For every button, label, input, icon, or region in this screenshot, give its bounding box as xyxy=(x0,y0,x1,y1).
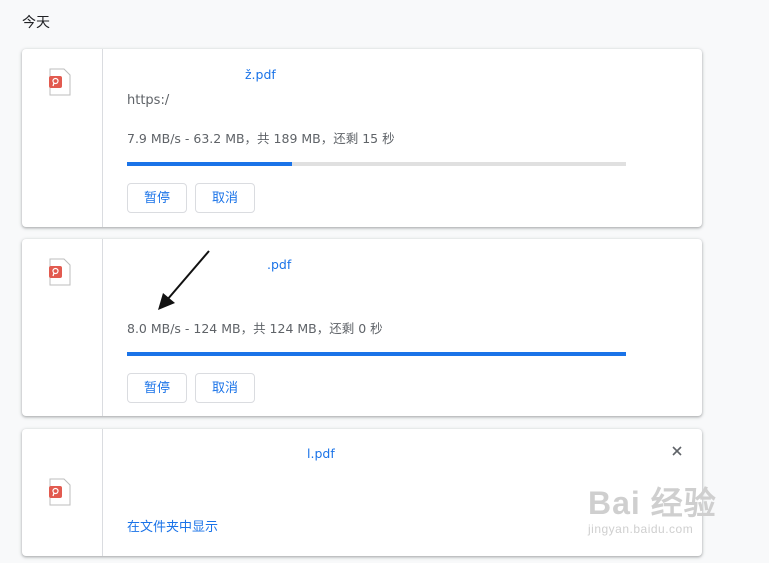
download-status: 8.0 MB/s - 124 MB，共 124 MB，还剩 0 秒 xyxy=(127,321,383,336)
close-icon[interactable] xyxy=(670,444,684,458)
file-name-text[interactable]: l.pdf xyxy=(307,446,335,461)
pdf-file-icon xyxy=(49,258,71,286)
pdf-file-icon xyxy=(49,68,71,96)
pause-button[interactable]: 暂停 xyxy=(127,373,187,403)
pdf-file-icon xyxy=(49,478,71,506)
cancel-button[interactable]: 取消 xyxy=(195,183,255,213)
download-item-1: ž.pdf https:/ 7.9 MB/s - 63.2 MB，共 189 M… xyxy=(22,49,702,227)
file-name-link[interactable]: l.pdf xyxy=(127,446,335,461)
file-name-text[interactable]: ž.pdf xyxy=(245,67,276,82)
file-name-text[interactable]: .pdf xyxy=(267,257,291,272)
icon-column xyxy=(22,49,103,227)
download-status: 7.9 MB/s - 63.2 MB，共 189 MB，还剩 15 秒 xyxy=(127,131,395,146)
cancel-button[interactable]: 取消 xyxy=(195,373,255,403)
watermark-brand: Bai 经验 xyxy=(588,485,717,521)
icon-column xyxy=(22,239,103,416)
progress-fill xyxy=(127,352,626,356)
baidu-watermark: Bai 经验 jingyan.baidu.com xyxy=(588,478,738,548)
download-url: https:/ xyxy=(127,93,170,108)
file-name-link[interactable]: .pdf xyxy=(127,257,291,272)
section-title-today: 今天 xyxy=(22,15,50,31)
pause-button[interactable]: 暂停 xyxy=(127,183,187,213)
progress-fill xyxy=(127,162,292,166)
progress-bar xyxy=(127,352,626,356)
download-item-2: .pdf 8.0 MB/s - 124 MB，共 124 MB，还剩 0 秒 暂… xyxy=(22,239,702,416)
watermark-url: jingyan.baidu.com xyxy=(588,522,694,536)
icon-column xyxy=(22,429,103,556)
file-name-link[interactable]: ž.pdf xyxy=(127,67,276,82)
progress-bar xyxy=(127,162,626,166)
show-in-folder-link[interactable]: 在文件夹中显示 xyxy=(127,516,218,535)
